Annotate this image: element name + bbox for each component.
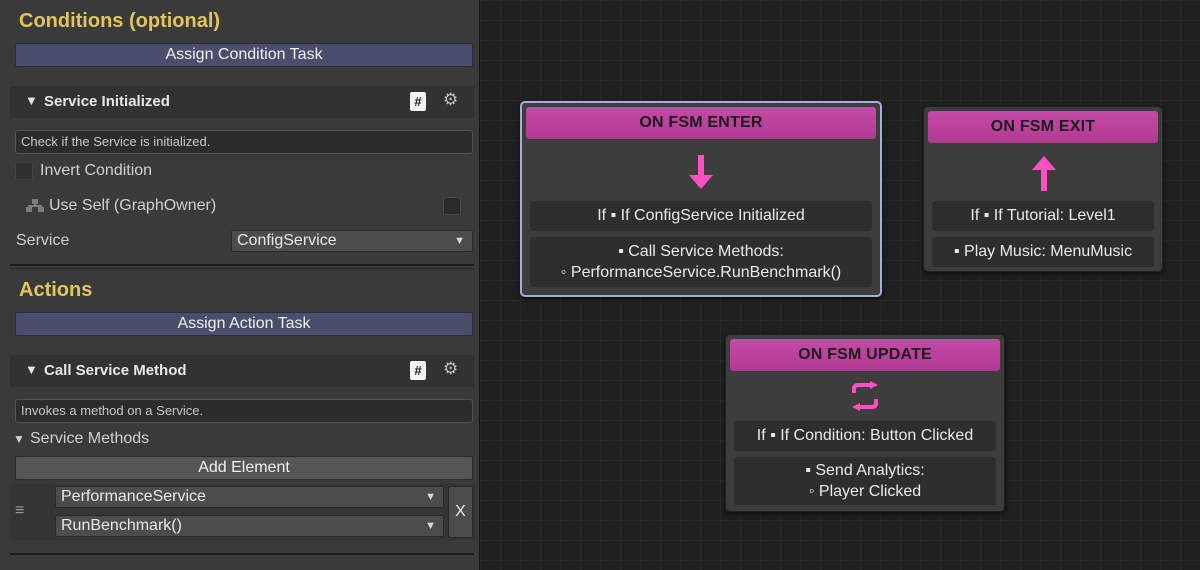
element-method-value: RunBenchmark() [61, 517, 182, 534]
invert-condition-checkbox[interactable] [15, 162, 33, 180]
node-update-action: ▪ Send Analytics: ◦ Player Clicked [734, 457, 996, 505]
node-enter-header: ON FSM ENTER [526, 107, 876, 139]
hierarchy-icon [26, 199, 44, 212]
use-self-checkbox[interactable] [443, 197, 461, 215]
fsm-node-on-exit[interactable]: ON FSM EXIT If ▪ If Tutorial: Level1 ▪ P… [923, 106, 1163, 272]
node-exit-header: ON FSM EXIT [928, 111, 1158, 143]
action-task-header[interactable]: ▼ Call Service Method # ⚙ [10, 355, 474, 387]
dropdown-arrow-icon: ▼ [425, 491, 436, 503]
assign-action-task-button[interactable]: Assign Action Task [15, 312, 473, 336]
condition-description: Check if the Service is initialized. [15, 130, 473, 154]
loop-icon [852, 381, 878, 411]
reorder-handle-icon[interactable]: ≡ [15, 502, 24, 520]
script-hash-icon[interactable]: # [410, 92, 426, 111]
arrow-down-icon [689, 155, 713, 189]
actions-title: Actions [19, 279, 93, 301]
node-exit-action: ▪ Play Music: MenuMusic [932, 237, 1154, 267]
node-enter-action-line1: ▪ Call Service Methods: [618, 243, 784, 260]
node-exit-condition: If ▪ If Tutorial: Level1 [932, 201, 1154, 231]
node-update-action-line1: ▪ Send Analytics: [805, 462, 925, 479]
invert-condition-label: Invert Condition [40, 162, 153, 179]
add-element-button[interactable]: Add Element [15, 456, 473, 480]
element-service-dropdown[interactable]: PerformanceService ▼ [55, 486, 444, 508]
bottom-divider [10, 553, 474, 555]
fsm-node-on-update[interactable]: ON FSM UPDATE If ▪ If Condition: Button … [725, 334, 1005, 512]
section-divider [10, 264, 474, 266]
triangle-down-icon[interactable]: ▼ [25, 93, 38, 108]
arrow-up-icon [1032, 156, 1056, 191]
fsm-node-on-enter[interactable]: ON FSM ENTER If ▪ If ConfigService Initi… [520, 101, 882, 297]
section-divider-secondary [10, 268, 474, 269]
triangle-down-icon[interactable]: ▼ [13, 432, 25, 446]
gear-icon[interactable]: ⚙ [443, 90, 458, 110]
condition-task-header[interactable]: ▼ Service Initialized # ⚙ [10, 86, 474, 118]
dropdown-arrow-icon: ▼ [425, 520, 436, 532]
remove-element-button[interactable]: X [448, 486, 473, 538]
service-methods-label[interactable]: Service Methods [30, 430, 149, 448]
node-enter-action: ▪ Call Service Methods: ◦ PerformanceSer… [530, 237, 872, 287]
service-label: Service [16, 232, 70, 249]
dropdown-arrow-icon: ▼ [454, 235, 465, 247]
element-service-value: PerformanceService [61, 488, 206, 505]
condition-task-name: Service Initialized [44, 93, 170, 110]
gear-icon[interactable]: ⚙ [443, 359, 458, 379]
node-enter-condition: If ▪ If ConfigService Initialized [530, 201, 872, 231]
element-method-dropdown[interactable]: RunBenchmark() ▼ [55, 515, 444, 537]
node-enter-action-line2: ◦ PerformanceService.RunBenchmark() [560, 264, 842, 281]
node-update-header: ON FSM UPDATE [730, 339, 1000, 371]
node-update-condition: If ▪ If Condition: Button Clicked [734, 421, 996, 451]
use-self-label: Use Self (GraphOwner) [49, 197, 217, 214]
script-hash-icon[interactable]: # [410, 361, 426, 380]
service-dropdown[interactable]: ConfigService ▼ [231, 230, 473, 252]
assign-condition-task-button[interactable]: Assign Condition Task [15, 43, 473, 67]
action-description: Invokes a method on a Service. [15, 399, 473, 423]
inspector-panel: Conditions (optional) Assign Condition T… [0, 0, 480, 570]
service-dropdown-value: ConfigService [237, 232, 337, 249]
action-task-name: Call Service Method [44, 362, 187, 379]
triangle-down-icon[interactable]: ▼ [25, 362, 38, 377]
node-update-action-line2: ◦ Player Clicked [808, 483, 922, 500]
conditions-title: Conditions (optional) [19, 10, 221, 32]
